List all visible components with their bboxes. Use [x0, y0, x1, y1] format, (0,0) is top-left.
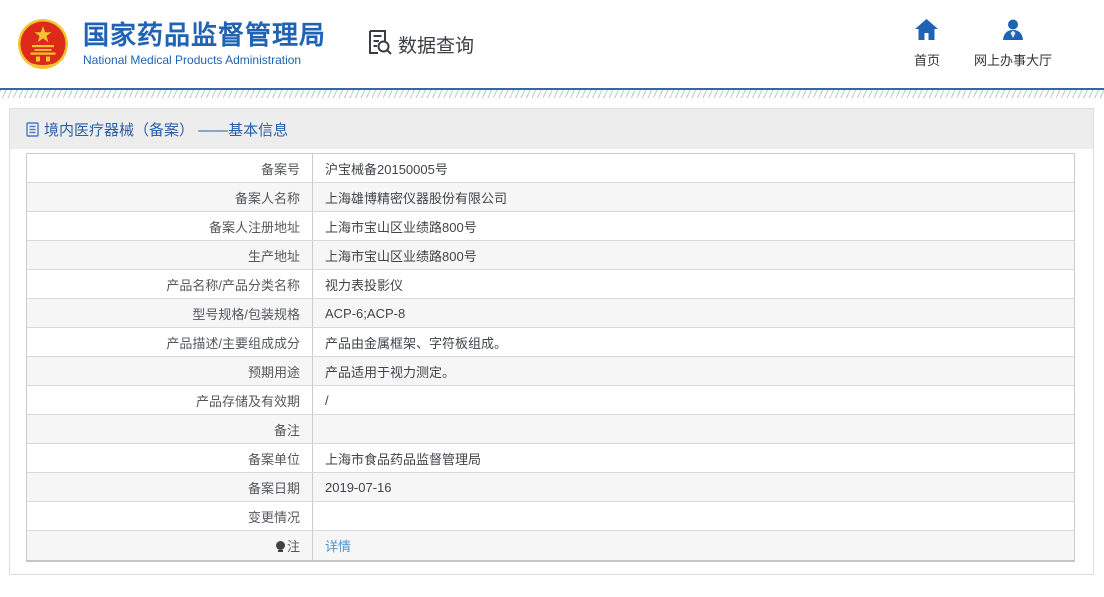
table-row: 备注	[27, 415, 1074, 444]
row-label: 备案号	[27, 154, 313, 182]
row-label: 预期用途	[27, 357, 313, 385]
row-label: 备案单位	[27, 444, 313, 472]
row-label-text: 预期用途	[248, 362, 300, 381]
nav-label: 首页	[914, 50, 940, 69]
row-label-text: 备案单位	[248, 449, 300, 468]
table-row: 产品描述/主要组成成分产品由金属框架、字符板组成。	[27, 328, 1074, 357]
row-value: 沪宝械备20150005号	[313, 154, 1074, 182]
row-value: ACP-6;ACP-8	[313, 299, 1074, 327]
row-value: 详情	[313, 531, 1074, 560]
row-label-text: 生产地址	[248, 246, 300, 265]
row-label: 备注	[27, 415, 313, 443]
data-query-tab[interactable]: 数据查询	[364, 27, 474, 62]
table-row: 预期用途产品适用于视力测定。	[27, 357, 1074, 386]
page-title-bar: 境内医疗器械（备案） ——基本信息	[10, 109, 1093, 149]
table-row: 型号规格/包装规格 ACP-6;ACP-8	[27, 299, 1074, 328]
row-label-text: 备注	[274, 420, 300, 439]
row-label: 产品名称/产品分类名称	[27, 270, 313, 298]
row-value: 上海市宝山区业绩路800号	[313, 241, 1074, 269]
row-value	[313, 415, 1074, 443]
row-label: 注	[27, 531, 313, 560]
row-label-text: 备案日期	[248, 478, 300, 497]
header-nav: 首页 网上办事大厅	[914, 19, 1104, 69]
row-label-text: 型号规格/包装规格	[192, 304, 300, 323]
row-value: 2019-07-16	[313, 473, 1074, 501]
data-query-label: 数据查询	[398, 31, 474, 58]
row-label-text: 备案号	[261, 159, 300, 178]
bulb-icon	[276, 541, 285, 550]
home-icon	[915, 19, 938, 45]
row-label-text: 注	[287, 536, 300, 555]
nav-item-service-hall[interactable]: 网上办事大厅	[974, 19, 1052, 69]
row-label-text: 产品存储及有效期	[196, 391, 300, 410]
row-label: 备案人名称	[27, 183, 313, 211]
row-label: 变更情况	[27, 502, 313, 530]
row-label-text: 产品描述/主要组成成分	[166, 333, 300, 352]
table-row: 注 详情	[27, 531, 1074, 560]
row-label-text: 产品名称/产品分类名称	[166, 275, 300, 294]
table-row: 备案人名称上海雄博精密仪器股份有限公司	[27, 183, 1074, 212]
nav-label: 网上办事大厅	[974, 50, 1052, 69]
info-table: 备案号沪宝械备20150005号备案人名称上海雄博精密仪器股份有限公司备案人注册…	[26, 153, 1075, 562]
table-row: 产品名称/产品分类名称视力表投影仪	[27, 270, 1074, 299]
row-value	[313, 502, 1074, 530]
row-label-text: 备案人名称	[235, 188, 300, 207]
table-row: 生产地址上海市宝山区业绩路800号	[27, 241, 1074, 270]
table-row: 备案单位上海市食品药品监督管理局	[27, 444, 1074, 473]
document-search-icon	[364, 27, 394, 62]
content-panel: 境内医疗器械（备案） ——基本信息 备案号沪宝械备20150005号备案人名称上…	[9, 108, 1094, 575]
row-label: 型号规格/包装规格	[27, 299, 313, 327]
details-link[interactable]: 详情	[325, 536, 351, 555]
brand-title-en: National Medical Products Administration	[83, 53, 326, 67]
row-value: /	[313, 386, 1074, 414]
row-label: 生产地址	[27, 241, 313, 269]
row-value: 产品由金属框架、字符板组成。	[313, 328, 1074, 356]
row-value: 上海市宝山区业绩路800号	[313, 212, 1074, 240]
table-row: 备案日期 2019-07-16	[27, 473, 1074, 502]
table-row: 备案人注册地址上海市宝山区业绩路800号	[27, 212, 1074, 241]
row-label-text: 变更情况	[248, 507, 300, 526]
row-value: 视力表投影仪	[313, 270, 1074, 298]
brand-title-cn: 国家药品监督管理局	[83, 21, 326, 50]
national-emblem-logo	[18, 19, 68, 69]
table-row: 变更情况	[27, 502, 1074, 531]
nav-item-home[interactable]: 首页	[914, 19, 940, 69]
document-icon	[26, 122, 39, 137]
header-left: 国家药品监督管理局 National Medical Products Admi…	[0, 19, 474, 69]
table-row: 产品存储及有效期 /	[27, 386, 1074, 415]
row-label: 备案日期	[27, 473, 313, 501]
brand-block: 国家药品监督管理局 National Medical Products Admi…	[83, 21, 326, 67]
row-value: 上海雄博精密仪器股份有限公司	[313, 183, 1074, 211]
user-icon	[1002, 19, 1024, 45]
site-header: 国家药品监督管理局 National Medical Products Admi…	[0, 0, 1104, 88]
table-row: 备案号沪宝械备20150005号	[27, 154, 1074, 183]
row-value: 产品适用于视力测定。	[313, 357, 1074, 385]
row-label: 产品描述/主要组成成分	[27, 328, 313, 356]
header-divider-hatch	[0, 90, 1104, 98]
row-value: 上海市食品药品监督管理局	[313, 444, 1074, 472]
row-label: 备案人注册地址	[27, 212, 313, 240]
row-label-text: 备案人注册地址	[209, 217, 300, 236]
page-title: 境内医疗器械（备案） ——基本信息	[44, 119, 288, 140]
row-label: 产品存储及有效期	[27, 386, 313, 414]
